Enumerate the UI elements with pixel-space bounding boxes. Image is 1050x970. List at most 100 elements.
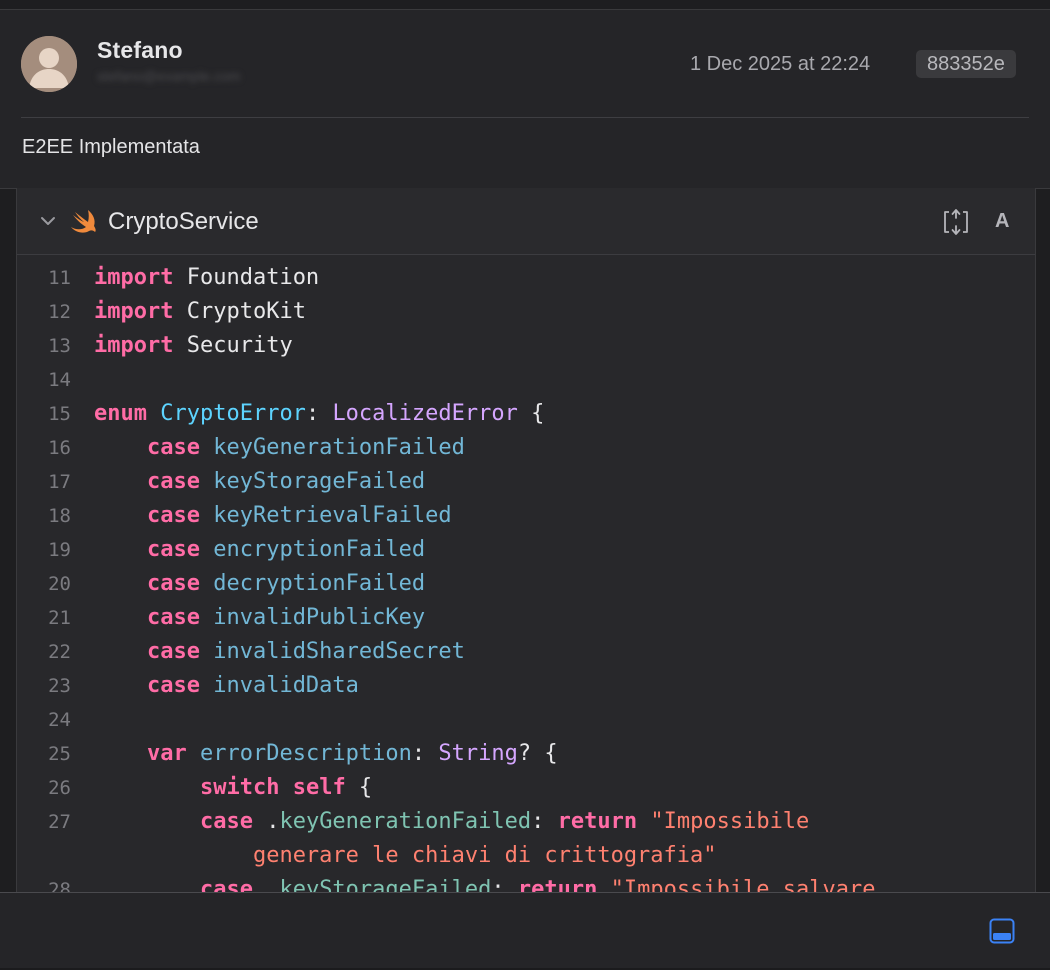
code-token: generare le chiavi di crittografia" [252,843,717,868]
swift-icon [71,210,96,233]
code-token: "Impossibile salvare [610,877,876,892]
code-text: import CryptoKit [94,295,306,329]
line-number: 14 [48,369,71,391]
code-token: CryptoError [160,401,306,426]
code-line: 21 case invalidPublicKey [17,601,1035,635]
code-token: case [146,571,200,596]
avatar[interactable] [21,36,77,92]
panel-toggle-icon[interactable] [989,918,1015,944]
line-number: 18 [48,505,71,527]
code-line: 24 [17,703,1035,737]
chevron-down-icon[interactable] [39,212,57,230]
code-token: case [199,809,253,834]
code-token: var [146,741,187,766]
code-token: keyGenerationFailed [279,809,532,834]
line-number: 13 [48,335,71,357]
code-token: case [199,877,253,892]
code-line: 18 case keyRetrievalFailed [17,499,1035,533]
line-number: 17 [48,471,71,493]
code-token: enum [94,401,147,426]
code-token: "Impossibile [650,809,810,834]
commit-hash-badge[interactable]: 883352e [916,50,1016,78]
code-line: 15 enum CryptoError: LocalizedError { [17,397,1035,431]
code-token: import [94,265,174,290]
code-token: return [557,809,638,834]
code-view[interactable]: 11 import Foundation 12 import CryptoKit 13 i… [17,255,1035,892]
line-number: 11 [48,267,71,289]
code-token: String [438,741,518,766]
font-size-icon[interactable]: A [995,210,1009,233]
line-number: 21 [48,607,71,629]
code-token: self [292,775,346,800]
code-line: 11 import Foundation [17,261,1035,295]
code-text: case .keyGenerationFailed: return "Impos… [94,805,809,839]
commit-message: E2EE Implementata [22,136,200,158]
line-number: 15 [48,403,71,425]
code-line: 13 import Security [17,329,1035,363]
code-text: var errorDescription: String? { [94,737,558,771]
line-number: 27 [48,811,71,833]
code-line: 25 var errorDescription: String? { [17,737,1035,771]
author-name: Stefano [97,37,183,63]
code-token: keyRetrievalFailed [213,503,452,528]
code-token: invalidData [213,673,359,698]
code-token: : [411,741,439,766]
code-token: : [491,877,518,892]
code-text: case invalidSharedSecret [94,635,465,669]
code-token: return [517,877,598,892]
code-token: Security [173,333,293,358]
code-line: 20 case decryptionFailed [17,567,1035,601]
code-token: encryptionFailed [213,537,426,562]
code-line: generare le chiavi di crittografia" [17,839,1035,873]
line-number: 20 [48,573,71,595]
line-number: 19 [48,539,71,561]
commit-detail-view: Stefano stefano@example.com 1 Dec 2025 a… [0,0,1050,970]
code-token: { [517,401,545,426]
line-number: 28 [48,879,71,892]
code-token: case [146,605,200,630]
code-line: 26 switch self { [17,771,1035,805]
file-diff-panel: CryptoService A 11 import Foundation 12 imp… [16,188,1036,892]
line-number: 22 [48,641,71,663]
commit-date: 1 Dec 2025 at 22:24 [690,53,871,75]
line-number: 16 [48,437,71,459]
code-text: import Security [94,329,293,363]
file-name: CryptoService [108,208,259,235]
expand-context-icon[interactable] [940,206,972,238]
line-number: 24 [48,709,71,731]
code-text: case keyStorageFailed [94,465,425,499]
code-token: Foundation [173,265,320,290]
code-line: 27 case .keyGenerationFailed: return "Im… [17,805,1035,839]
code-text: case keyRetrievalFailed [94,499,452,533]
window-top-edge [0,0,1050,10]
code-token: . [252,809,280,834]
file-header[interactable]: CryptoService A [17,188,1035,255]
code-text: case .keyStorageFailed: return "Impossib… [94,873,876,892]
code-line: 19 case encryptionFailed [17,533,1035,567]
code-token: keyStorageFailed [213,469,426,494]
code-text: switch self { [94,771,372,805]
code-line: 17 case keyStorageFailed [17,465,1035,499]
code-text: case keyGenerationFailed [94,431,465,465]
code-token: keyGenerationFailed [213,435,465,460]
code-text: case invalidData [94,669,359,703]
